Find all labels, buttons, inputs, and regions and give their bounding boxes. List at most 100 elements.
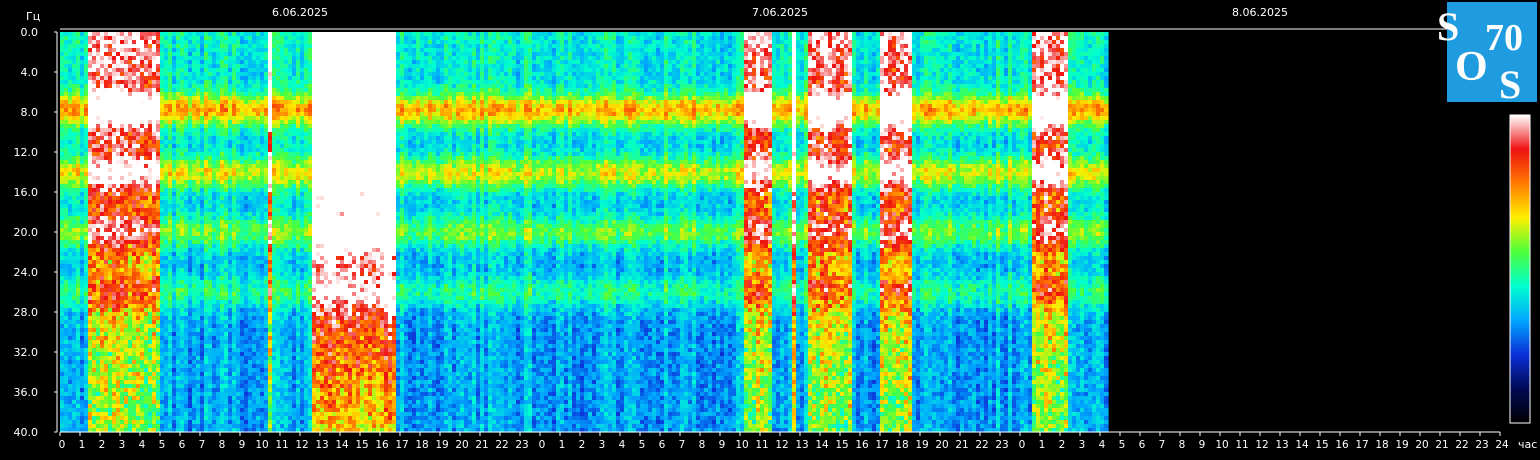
heatmap-column — [672, 32, 677, 433]
x-tick-label: 11 — [1235, 439, 1248, 451]
heatmap-column — [1036, 32, 1041, 433]
heatmap-column — [1080, 32, 1085, 433]
x-tick-label: 11 — [275, 439, 288, 451]
heatmap-column — [892, 32, 897, 433]
x-tick-label: 5 — [1119, 439, 1126, 451]
heatmap-column — [120, 32, 125, 433]
x-tick-label: 0 — [539, 439, 546, 451]
heatmap-column — [108, 32, 113, 433]
heatmap-column — [600, 32, 605, 433]
heatmap-column — [300, 32, 305, 433]
date-label: 7.06.2025 — [752, 6, 808, 19]
heatmap-column — [136, 32, 141, 433]
heatmap-column — [928, 32, 933, 433]
heatmap-column — [1052, 32, 1057, 433]
color-scale-bar — [1510, 115, 1530, 423]
heatmap-column — [72, 32, 77, 433]
heatmap-column — [724, 32, 729, 433]
heatmap-column — [500, 32, 505, 433]
heatmap-column — [780, 32, 785, 433]
heatmap-column — [368, 32, 373, 433]
heatmap-column — [612, 32, 617, 433]
heatmap-column — [520, 32, 525, 433]
heatmap-column — [92, 32, 97, 433]
x-tick-label: 1 — [559, 439, 566, 451]
heatmap-column — [324, 32, 329, 433]
y-tick-label: 16.0 — [14, 186, 39, 199]
heatmap-column — [148, 32, 153, 433]
heatmap-column — [644, 32, 649, 433]
heatmap-column — [264, 32, 269, 433]
x-tick-label: 15 — [835, 439, 848, 451]
x-tick-label: 2 — [1059, 439, 1066, 451]
x-tick-label: 19 — [1395, 439, 1408, 451]
heatmap-column — [812, 32, 817, 433]
x-tick-label: 6 — [179, 439, 186, 451]
heatmap-column — [764, 32, 769, 433]
heatmap-column — [428, 32, 433, 433]
spectrogram-heatmap — [60, 32, 1500, 433]
heatmap-column — [636, 32, 641, 433]
x-tick-label: 0 — [1019, 439, 1026, 451]
heatmap-column — [760, 32, 765, 433]
x-tick-label: 3 — [1079, 439, 1086, 451]
heatmap-column — [776, 32, 781, 433]
heatmap-column — [212, 32, 217, 433]
heatmap-column — [660, 32, 665, 433]
x-tick-label: 23 — [515, 439, 528, 451]
heatmap-column — [112, 32, 117, 433]
heatmap-column — [664, 32, 669, 433]
heatmap-column — [1104, 32, 1109, 433]
heatmap-column — [412, 32, 417, 433]
heatmap-column — [216, 32, 221, 433]
x-tick-label: 7 — [679, 439, 686, 451]
heatmap-column — [976, 32, 981, 433]
heatmap-column — [748, 32, 753, 433]
heatmap-column — [164, 32, 169, 433]
heatmap-column — [272, 32, 277, 433]
heatmap-column — [828, 32, 833, 433]
heatmap-column — [248, 32, 253, 433]
logo-letter-s-top: S — [1437, 4, 1459, 49]
heatmap-column — [900, 32, 905, 433]
heatmap-column — [896, 32, 901, 433]
heatmap-column — [1012, 32, 1017, 433]
heatmap-column — [908, 32, 913, 433]
heatmap-column — [668, 32, 673, 433]
heatmap-column — [408, 32, 413, 433]
heatmap-column — [712, 32, 717, 433]
heatmap-column — [256, 32, 261, 433]
heatmap-column — [804, 32, 809, 433]
heatmap-column — [676, 32, 681, 433]
heatmap-column — [1008, 32, 1013, 433]
x-tick-label: 19 — [915, 439, 928, 451]
x-tick-label: 14 — [335, 439, 349, 451]
heatmap-column — [640, 32, 645, 433]
x-tick-label: 13 — [795, 439, 808, 451]
heatmap-column — [480, 32, 485, 433]
heatmap-column — [888, 32, 893, 433]
heatmap-column — [380, 32, 385, 433]
heatmap-column — [312, 32, 317, 433]
heatmap-column — [232, 32, 237, 433]
x-tick-label: 21 — [475, 439, 488, 451]
heatmap-column — [688, 32, 693, 433]
heatmap-column — [596, 32, 601, 433]
heatmap-column — [472, 32, 477, 433]
heatmap-column — [184, 32, 189, 433]
heatmap-column — [964, 32, 969, 433]
heatmap-column — [104, 32, 109, 433]
heatmap-column — [528, 32, 533, 433]
heatmap-column — [588, 32, 593, 433]
y-tick-label: 12.0 — [14, 146, 39, 159]
heatmap-column — [360, 32, 365, 433]
date-label: 6.06.2025 — [272, 6, 328, 19]
heatmap-column — [792, 32, 797, 433]
heatmap-column — [200, 32, 205, 433]
heatmap-column — [728, 32, 733, 433]
heatmap-column — [1072, 32, 1077, 433]
x-tick-label: 22 — [1455, 439, 1468, 451]
heatmap-column — [1064, 32, 1069, 433]
heatmap-column — [496, 32, 501, 433]
heatmap-column — [140, 32, 145, 433]
